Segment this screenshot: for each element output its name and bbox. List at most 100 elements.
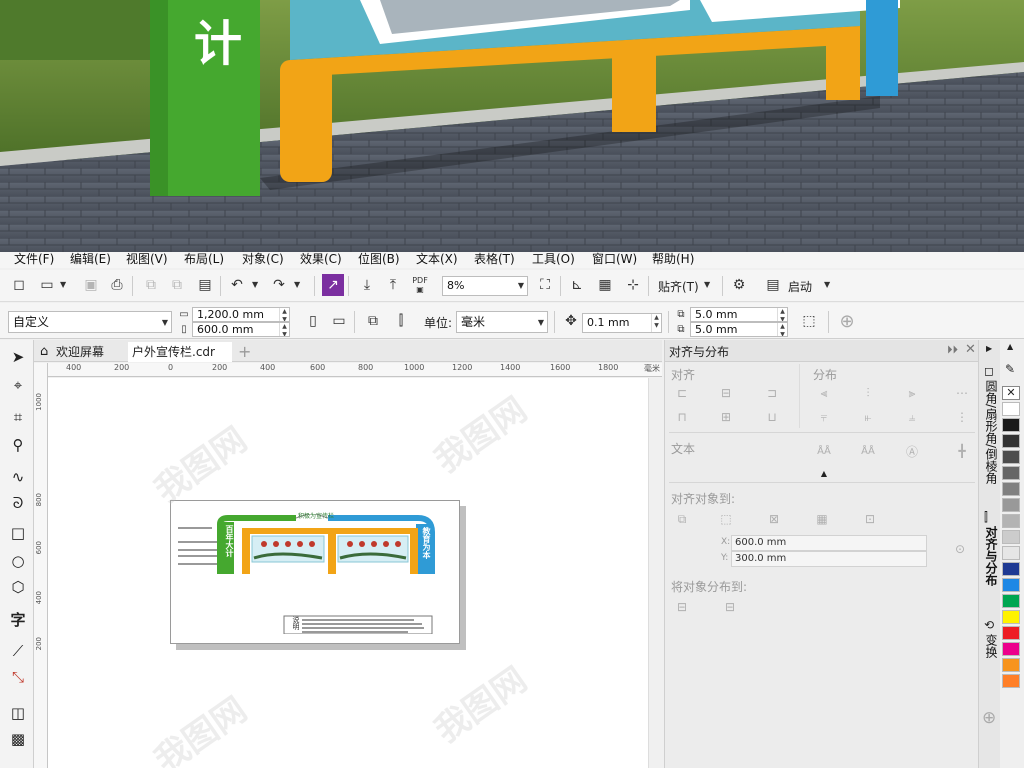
tab-welcome-screen[interactable]: ⌂ 欢迎屏幕: [38, 342, 126, 362]
shape-tool-icon[interactable]: ⌖: [7, 374, 29, 396]
distribute-right-icon[interactable]: ⫸: [903, 384, 921, 402]
zoom-tool-icon[interactable]: ⚲: [7, 434, 29, 456]
artistic-media-icon[interactable]: ᘐ: [7, 492, 29, 514]
menu-bitmaps[interactable]: 位图(B): [358, 252, 400, 266]
color-swatch[interactable]: [1002, 498, 1020, 512]
anchor-point-icon[interactable]: ⊙: [951, 540, 969, 558]
landscape-icon[interactable]: ▭: [328, 310, 350, 332]
export-icon[interactable]: ⤒: [382, 274, 404, 296]
align-bottom-icon[interactable]: ⊔: [763, 408, 781, 426]
full-screen-icon[interactable]: ⛶: [534, 274, 556, 296]
y-position-input[interactable]: 300.0 mm: [731, 551, 927, 567]
distribute-to-selection-icon[interactable]: ⊟: [673, 598, 691, 616]
menu-effects[interactable]: 效果(C): [300, 252, 342, 266]
distribute-left-icon[interactable]: ⫷: [815, 384, 833, 402]
menu-edit[interactable]: 编辑(E): [70, 252, 111, 266]
undo-dropdown-icon[interactable]: ▼: [252, 280, 258, 289]
text-bbox-icon[interactable]: Ⓐ: [903, 442, 921, 460]
paste-icon[interactable]: ▤: [194, 274, 216, 296]
add-toolbar-icon[interactable]: ⊕: [836, 310, 858, 332]
docker-collapse-icon[interactable]: ⏵⏵: [947, 343, 958, 357]
add-tab-button[interactable]: +: [238, 342, 251, 362]
menu-help[interactable]: 帮助(H): [652, 252, 694, 266]
rectangle-tool-icon[interactable]: □: [7, 522, 29, 544]
nudge-spinner-icon[interactable]: ▲ ▼: [651, 314, 661, 332]
corel-connect-icon[interactable]: ↗: [322, 274, 344, 296]
x-position-input[interactable]: 600.0 mm: [731, 535, 927, 551]
menu-text[interactable]: 文本(X): [416, 252, 458, 266]
align-top-icon[interactable]: ⊓: [673, 408, 691, 426]
page-preset-select[interactable]: 自定义 ▼: [8, 311, 172, 333]
vertical-scrollbar[interactable]: [648, 378, 662, 768]
distribute-spacing-v-icon[interactable]: ⋮: [953, 408, 971, 426]
distribute-to-page-icon[interactable]: ⊟: [721, 598, 739, 616]
align-right-icon[interactable]: ⊐: [763, 384, 781, 402]
text-baseline-last-icon[interactable]: ÅÅ: [859, 442, 877, 460]
page-preset-dropdown-icon[interactable]: ▼: [162, 313, 168, 332]
color-swatch[interactable]: [1002, 594, 1020, 608]
snap-dropdown-icon[interactable]: ▼: [704, 280, 710, 289]
cut-icon[interactable]: ⧉: [140, 274, 162, 296]
freehand-tool-icon[interactable]: ∿: [7, 466, 29, 488]
menu-object[interactable]: 对象(C): [242, 252, 284, 266]
page-width-input[interactable]: 1,200.0 mm ▲ ▼: [192, 307, 290, 322]
menu-tools[interactable]: 工具(O): [532, 252, 575, 266]
width-spinner-icon[interactable]: ▲ ▼: [279, 308, 289, 321]
scroll-right-icon[interactable]: ▶: [986, 344, 992, 353]
tab-transform[interactable]: 变换: [982, 634, 998, 658]
snap-to-menu[interactable]: 贴齐(T): [658, 278, 699, 295]
copy-icon[interactable]: ⧉: [166, 274, 188, 296]
drawing-canvas[interactable]: 积极为宣传栏 百年大计 教育为本 说明 我图网 我图网 我图网 我图网: [48, 378, 662, 768]
color-swatch[interactable]: [1002, 514, 1020, 528]
ellipse-tool-icon[interactable]: ○: [7, 550, 29, 572]
color-swatch[interactable]: [1002, 450, 1020, 464]
align-to-grid-icon[interactable]: ▦: [813, 510, 831, 528]
align-to-active-object-icon[interactable]: ⧉: [673, 510, 691, 528]
guidelines-icon[interactable]: ⊹: [622, 274, 644, 296]
new-document-icon[interactable]: ◻: [8, 274, 30, 296]
menu-table[interactable]: 表格(T): [474, 252, 515, 266]
color-swatch[interactable]: [1002, 658, 1020, 672]
crop-tool-icon[interactable]: ⌗: [7, 406, 29, 428]
redo-icon[interactable]: ↷: [268, 274, 290, 296]
rulers-icon[interactable]: ⊾: [566, 274, 588, 296]
tab-document-file[interactable]: 户外宣传栏.cdr: [128, 342, 232, 362]
treat-as-filled-icon[interactable]: ⬚: [798, 310, 820, 332]
units-select[interactable]: 毫米 ▼: [456, 311, 548, 333]
align-center-h-icon[interactable]: ⊟: [717, 384, 735, 402]
align-to-page-edge-icon[interactable]: ⬚: [717, 510, 735, 528]
duplicate-x-input[interactable]: 5.0 mm ▲ ▼: [690, 307, 788, 322]
color-swatch[interactable]: [1002, 402, 1020, 416]
align-to-page-center-icon[interactable]: ⊠: [765, 510, 783, 528]
distribute-center-icon[interactable]: ⫶: [859, 384, 877, 402]
vertical-ruler[interactable]: 1000 800 600 400 200: [34, 363, 48, 768]
color-swatch[interactable]: [1002, 466, 1020, 480]
dimension-tool-icon[interactable]: ⟋: [7, 640, 29, 662]
color-swatch[interactable]: [1002, 482, 1020, 496]
distribute-bottom-icon[interactable]: ⫨: [903, 408, 921, 426]
billboard-artwork[interactable]: [178, 514, 438, 634]
polygon-tool-icon[interactable]: ⬡: [7, 576, 29, 598]
units-dropdown-icon[interactable]: ▼: [538, 313, 544, 332]
color-swatch[interactable]: [1002, 642, 1020, 656]
zoom-level-input[interactable]: 8% ▼: [442, 276, 528, 296]
menu-view[interactable]: 视图(V): [126, 252, 168, 266]
duplicate-y-input[interactable]: 5.0 mm ▲ ▼: [690, 322, 788, 337]
text-add-icon[interactable]: ╋: [953, 442, 971, 460]
text-baseline-first-icon[interactable]: ÅÅ: [815, 442, 833, 460]
grid-icon[interactable]: ▦: [594, 274, 616, 296]
align-left-icon[interactable]: ⊏: [673, 384, 691, 402]
open-dropdown-icon[interactable]: ▼: [60, 280, 66, 289]
pdf-export-icon[interactable]: PDF ▣: [408, 274, 432, 296]
pick-tool-icon[interactable]: ➤: [7, 346, 29, 368]
collapse-arrow-icon[interactable]: ▲: [815, 464, 833, 482]
color-swatch[interactable]: [1002, 418, 1020, 432]
options-gear-icon[interactable]: ⚙: [728, 274, 750, 296]
transparency-tool-icon[interactable]: ▩: [7, 728, 29, 750]
color-swatch[interactable]: [1002, 578, 1020, 592]
print-icon[interactable]: ⎙: [106, 274, 128, 296]
launch-app-icon[interactable]: ▤: [762, 274, 784, 296]
distribute-spacing-h-icon[interactable]: ⋯: [953, 384, 971, 402]
height-spinner-icon[interactable]: ▲ ▼: [279, 323, 289, 336]
open-folder-icon[interactable]: ▭: [36, 274, 58, 296]
